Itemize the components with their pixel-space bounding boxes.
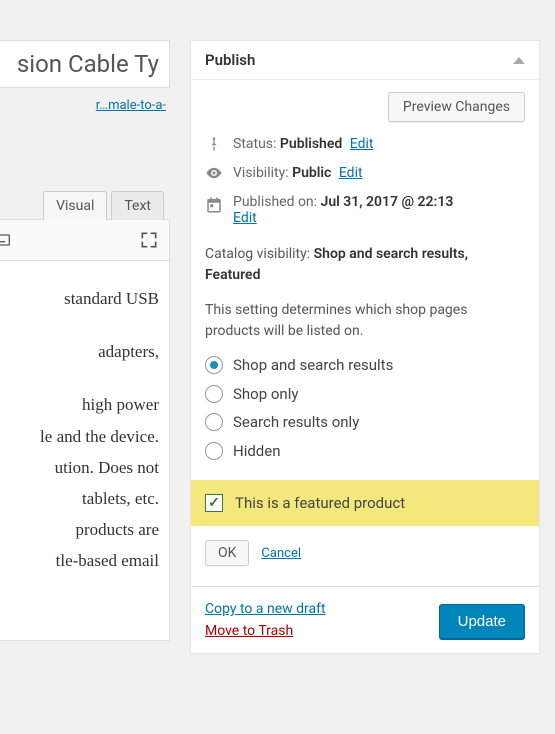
catalog-description: This setting determines which shop pages… [205,300,525,342]
published-row: Published on: Jul 31, 2017 @ 22:13 Edit [233,194,453,226]
radio-icon [205,413,223,431]
tab-visual[interactable]: Visual [43,191,107,220]
copy-to-draft-link[interactable]: Copy to a new draft [205,601,326,617]
visibility-row: Visibility: Public Edit [233,165,363,181]
content-line: tle-based email [0,547,159,574]
radio-icon [205,385,223,403]
post-title-input[interactable]: sion Cable Ty [0,40,170,88]
content-line: le and the device. [0,423,159,450]
radio-shop-and-search[interactable]: Shop and search results [205,354,525,377]
tab-text[interactable]: Text [111,191,164,220]
content-line: adapters, [0,338,159,365]
update-button[interactable]: Update [439,604,525,639]
featured-checkbox[interactable]: ✓ [205,494,223,512]
editor-toolbar [0,219,170,261]
content-line: high power [0,391,159,418]
eye-icon [205,164,223,182]
collapse-icon [513,57,525,64]
edit-status-link[interactable]: Edit [350,136,374,152]
content-line: tablets, etc. [0,485,159,512]
radio-icon [205,442,223,460]
preview-changes-button[interactable]: Preview Changes [388,92,525,122]
fullscreen-icon[interactable] [139,230,159,250]
status-row: Status: Published Edit [233,136,373,152]
publish-metabox: Publish Preview Changes Status: Publishe… [190,40,540,654]
content-line: products are [0,516,159,543]
edit-visibility-link[interactable]: Edit [339,165,363,181]
catalog-label: Catalog visibility: [205,246,310,262]
permalink-link[interactable]: r…male-to-a- [96,98,166,113]
move-to-trash-link[interactable]: Move to Trash [205,623,326,639]
featured-label: This is a featured product [235,494,405,512]
radio-icon [205,356,223,374]
cancel-link[interactable]: Cancel [261,546,301,561]
calendar-icon [205,196,223,214]
editor-content[interactable]: standard USB adapters, high power le and… [0,261,170,641]
catalog-visibility-options: Shop and search results Shop only Search… [205,354,525,462]
content-line: standard USB [0,285,159,312]
edit-date-link[interactable]: Edit [233,210,257,226]
featured-product-row[interactable]: ✓ This is a featured product [191,480,539,526]
ok-button[interactable]: OK [205,540,249,566]
radio-hidden[interactable]: Hidden [205,440,525,463]
radio-shop-only[interactable]: Shop only [205,383,525,406]
publish-header[interactable]: Publish [191,41,539,80]
content-line: ution. Does not [0,454,159,481]
publish-title: Publish [205,51,255,69]
radio-search-only[interactable]: Search results only [205,411,525,434]
pin-icon [205,136,223,152]
keyboard-icon[interactable] [0,230,11,250]
